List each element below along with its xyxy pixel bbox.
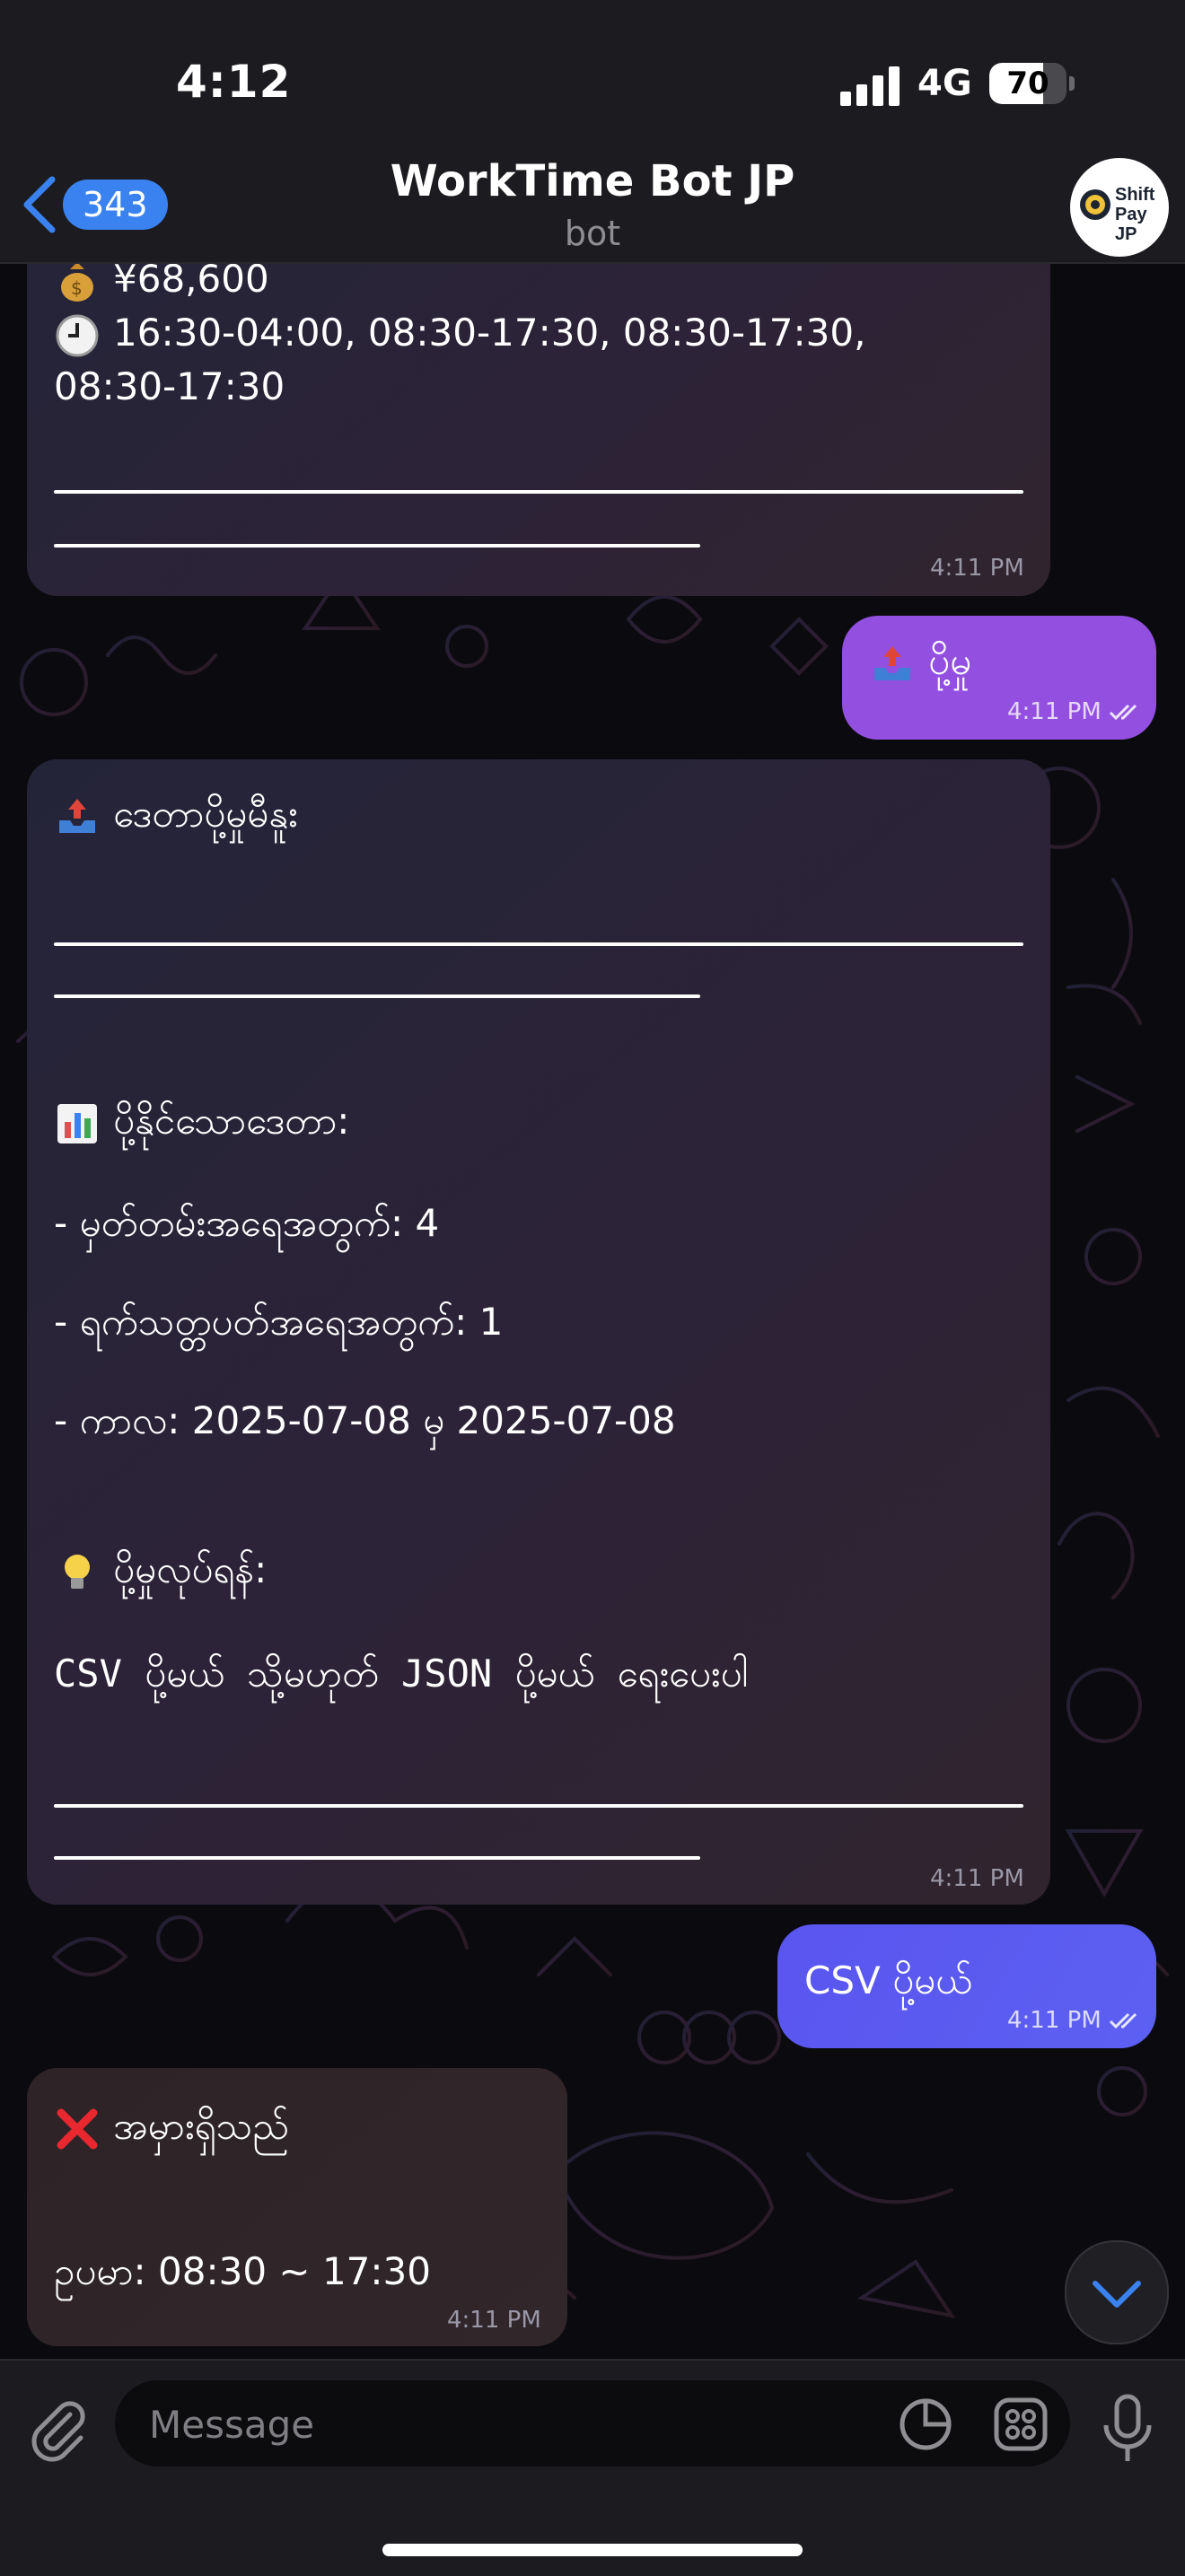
battery-indicator: 70	[989, 63, 1075, 106]
schedule-line-2: 08:30-17:30	[54, 364, 285, 408]
coin-logo-icon	[1080, 189, 1110, 220]
chevron-down-icon	[1093, 2281, 1141, 2308]
top-bar: 4:12 4G 70 343 WorkTime Bot JP bot Shift…	[0, 0, 1185, 264]
battery-level: 70	[1006, 66, 1049, 101]
cross-mark-icon	[57, 2108, 98, 2149]
divider-line	[54, 1804, 1023, 1808]
amount-line: $ ¥68,600	[54, 257, 269, 305]
message-time: 4:11 PM	[930, 1865, 1024, 1892]
period-line: - ကာလ: 2025-07-08 မှ 2025-07-08	[54, 1398, 676, 1442]
how-to-instruction: CSV ပို့မယ် သို့မဟုတ် JSON ပို့မယ် ရေးပေ…	[54, 1652, 749, 1695]
outbox-tray-icon	[874, 645, 910, 680]
available-data-title: ပို့နိုင်သောဒေတာ:	[113, 1099, 350, 1143]
how-to-title: ပို့မှုလုပ်ရန်:	[113, 1547, 268, 1591]
paperclip-icon[interactable]	[23, 2395, 95, 2466]
divider-line	[54, 942, 1023, 946]
battery-body: 70	[989, 63, 1066, 104]
incoming-message-export-menu[interactable]: ဒေတာပို့မှုမီနူး ပို့နိုင်သောဒေတာ: - မှတ…	[27, 759, 1050, 1905]
money-bag-icon: $	[61, 261, 93, 302]
menu-heading-line: ဒေတာပို့မှုမီနူး	[54, 790, 298, 846]
example-text: ဥပမာ: 08:30 ~ 17:30	[54, 2249, 431, 2293]
outgoing-text: CSV ပို့မယ်	[804, 1958, 972, 2002]
battery-tip	[1069, 76, 1075, 91]
message-field[interactable]	[115, 2380, 1070, 2468]
day-count-line: - ရက်သတ္တပတ်အရေအတွက်: 1	[54, 1300, 504, 1344]
read-checkmarks-icon	[1109, 2012, 1137, 2028]
cellular-signal-icon	[840, 66, 900, 106]
menu-heading: ဒေတာပို့မှုမီနူး	[113, 792, 298, 836]
incoming-message-summary[interactable]: $ ¥68,600 16:30-04:00, 08:30-17:30, 08:30…	[27, 215, 1050, 596]
chat-title: WorkTime Bot JP	[390, 156, 795, 206]
sticker-icon[interactable]	[898, 2396, 953, 2452]
status-time: 4:12	[176, 56, 292, 108]
bot-avatar[interactable]: Shift Pay JP	[1070, 158, 1169, 257]
chat-title-block[interactable]: WorkTime Bot JP bot	[269, 156, 916, 253]
outgoing-text-line: ပို့မှု	[869, 637, 971, 693]
error-heading: အမှားရှိသည်	[54, 2102, 289, 2158]
avatar-text-line-1: Shift	[1115, 185, 1155, 205]
message-time-status: 4:11 PM	[1007, 698, 1141, 725]
message-input-bar	[0, 2359, 1185, 2576]
divider-line	[54, 490, 1023, 494]
schedule-text-1: 16:30-04:00, 08:30-17:30, 08:30-17:30,	[113, 311, 866, 355]
outgoing-message-csv[interactable]: CSV ပို့မယ် 4:11 PM	[777, 1924, 1156, 2048]
svg-text:$: $	[71, 277, 83, 299]
scroll-to-bottom-button[interactable]	[1065, 2240, 1169, 2344]
clock-icon	[56, 314, 99, 356]
message-list[interactable]: $ ¥68,600 16:30-04:00, 08:30-17:30, 08:30…	[0, 0, 1185, 2574]
message-time: 4:11 PM	[1007, 2007, 1102, 2034]
bar-chart-icon	[57, 1103, 97, 1143]
message-time: 4:11 PM	[930, 555, 1024, 582]
message-input[interactable]	[147, 2380, 869, 2468]
light-bulb-icon	[65, 1554, 90, 1589]
network-type: 4G	[917, 63, 972, 104]
divider-line	[54, 994, 700, 998]
outbox-tray-icon	[59, 798, 95, 833]
outgoing-message-export[interactable]: ပို့မှု 4:11 PM	[842, 616, 1156, 740]
bot-commands-icon[interactable]	[993, 2396, 1049, 2452]
read-checkmarks-icon	[1109, 704, 1137, 720]
home-indicator	[382, 2544, 803, 2556]
outgoing-text: ပို့မှု	[928, 639, 971, 683]
message-time: 4:11 PM	[447, 2307, 541, 2334]
avatar-brand-text: Shift Pay JP	[1115, 185, 1169, 244]
message-time: 4:11 PM	[1007, 698, 1102, 725]
chat-subtitle: bot	[564, 214, 621, 253]
how-to-heading: ပို့မှုလုပ်ရန်:	[54, 1546, 267, 1601]
microphone-icon[interactable]	[1099, 2393, 1156, 2465]
divider-line	[54, 544, 700, 548]
message-time-status: 4:11 PM	[1007, 2007, 1141, 2034]
available-data-heading: ပို့နိုင်သောဒေတာ:	[54, 1097, 349, 1152]
avatar-text-line-2: Pay JP	[1115, 205, 1147, 244]
error-text: အမှားရှိသည်	[113, 2104, 289, 2148]
schedule-line-1: 16:30-04:00, 08:30-17:30, 08:30-17:30,	[54, 311, 865, 359]
back-unread-count[interactable]: 343	[63, 180, 168, 230]
incoming-message-error[interactable]: အမှားရှိသည် ဥပမာ: 08:30 ~ 17:30 4:11 PM	[27, 2068, 567, 2346]
record-count-line: - မှတ်တမ်းအရေအတွက်: 4	[54, 1201, 440, 1245]
divider-line	[54, 1856, 700, 1860]
back-chevron-icon[interactable]	[16, 171, 61, 239]
